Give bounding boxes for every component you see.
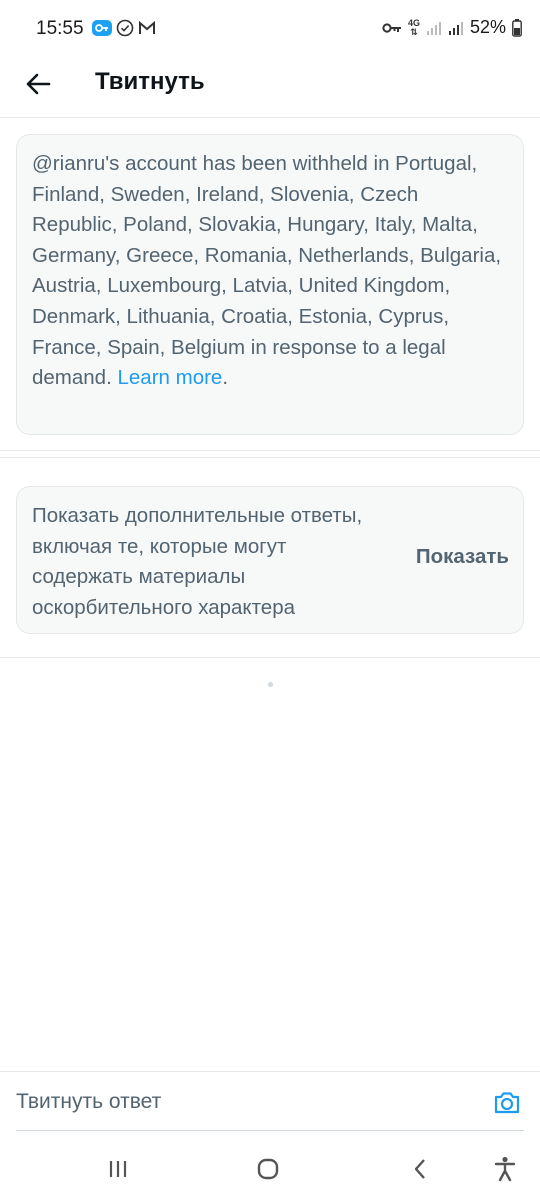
battery-percent: 52% — [469, 17, 506, 37]
status-notification-icons — [92, 19, 156, 37]
signal-icon-2 — [448, 21, 463, 35]
check-circle-icon — [116, 19, 134, 37]
recent-apps-icon — [109, 1161, 127, 1177]
back-icon — [414, 1159, 425, 1179]
gmail-icon — [139, 20, 155, 34]
divider — [0, 457, 540, 458]
withheld-notice-text: @rianru's account has been withheld in P… — [32, 149, 508, 394]
show-replies-button[interactable]: Показать — [416, 545, 509, 569]
sensitive-replies-card: Показать дополнительные ответы, включая … — [16, 486, 524, 634]
camera-icon — [494, 1092, 520, 1114]
signal-icon — [426, 21, 441, 35]
page-title: Твитнуть — [95, 68, 205, 95]
divider — [0, 657, 540, 658]
divider — [0, 450, 540, 451]
vpn-key-icon — [92, 20, 112, 36]
reply-bar — [0, 1071, 540, 1131]
camera-button[interactable] — [492, 1088, 522, 1118]
system-navigation-bar — [0, 1138, 540, 1200]
status-system-icons: 4G ⇅ 52% — [382, 17, 522, 38]
withheld-notice-suffix: . — [222, 366, 229, 390]
learn-more-link[interactable]: Learn more — [117, 366, 222, 389]
withheld-notice-card: @rianru's account has been withheld in P… — [16, 134, 524, 435]
reply-input[interactable] — [16, 1082, 466, 1122]
loading-indicator — [268, 682, 273, 687]
system-back-button[interactable] — [405, 1156, 435, 1182]
sensitive-replies-text: Показать дополнительные ответы, включая … — [32, 504, 363, 619]
withheld-notice-body: @rianru's account has been withheld in P… — [32, 152, 502, 390]
data-arrows-icon: ⇅ — [410, 26, 418, 37]
battery-icon — [512, 18, 522, 37]
status-time: 15:55 — [36, 18, 84, 39]
recent-apps-button[interactable] — [103, 1156, 133, 1182]
arrow-left-icon — [26, 73, 51, 95]
home-icon — [257, 1158, 279, 1180]
home-button[interactable] — [253, 1156, 283, 1182]
top-app-bar: Твитнуть — [0, 60, 540, 118]
accessibility-icon — [494, 1156, 516, 1182]
reply-underline — [16, 1130, 524, 1131]
back-button[interactable] — [20, 66, 56, 102]
network-indicator: 4G ⇅ — [408, 18, 420, 37]
status-bar: 15:55 4G ⇅ 52% — [0, 0, 540, 60]
key-icon — [382, 22, 401, 33]
accessibility-button[interactable] — [490, 1156, 520, 1182]
